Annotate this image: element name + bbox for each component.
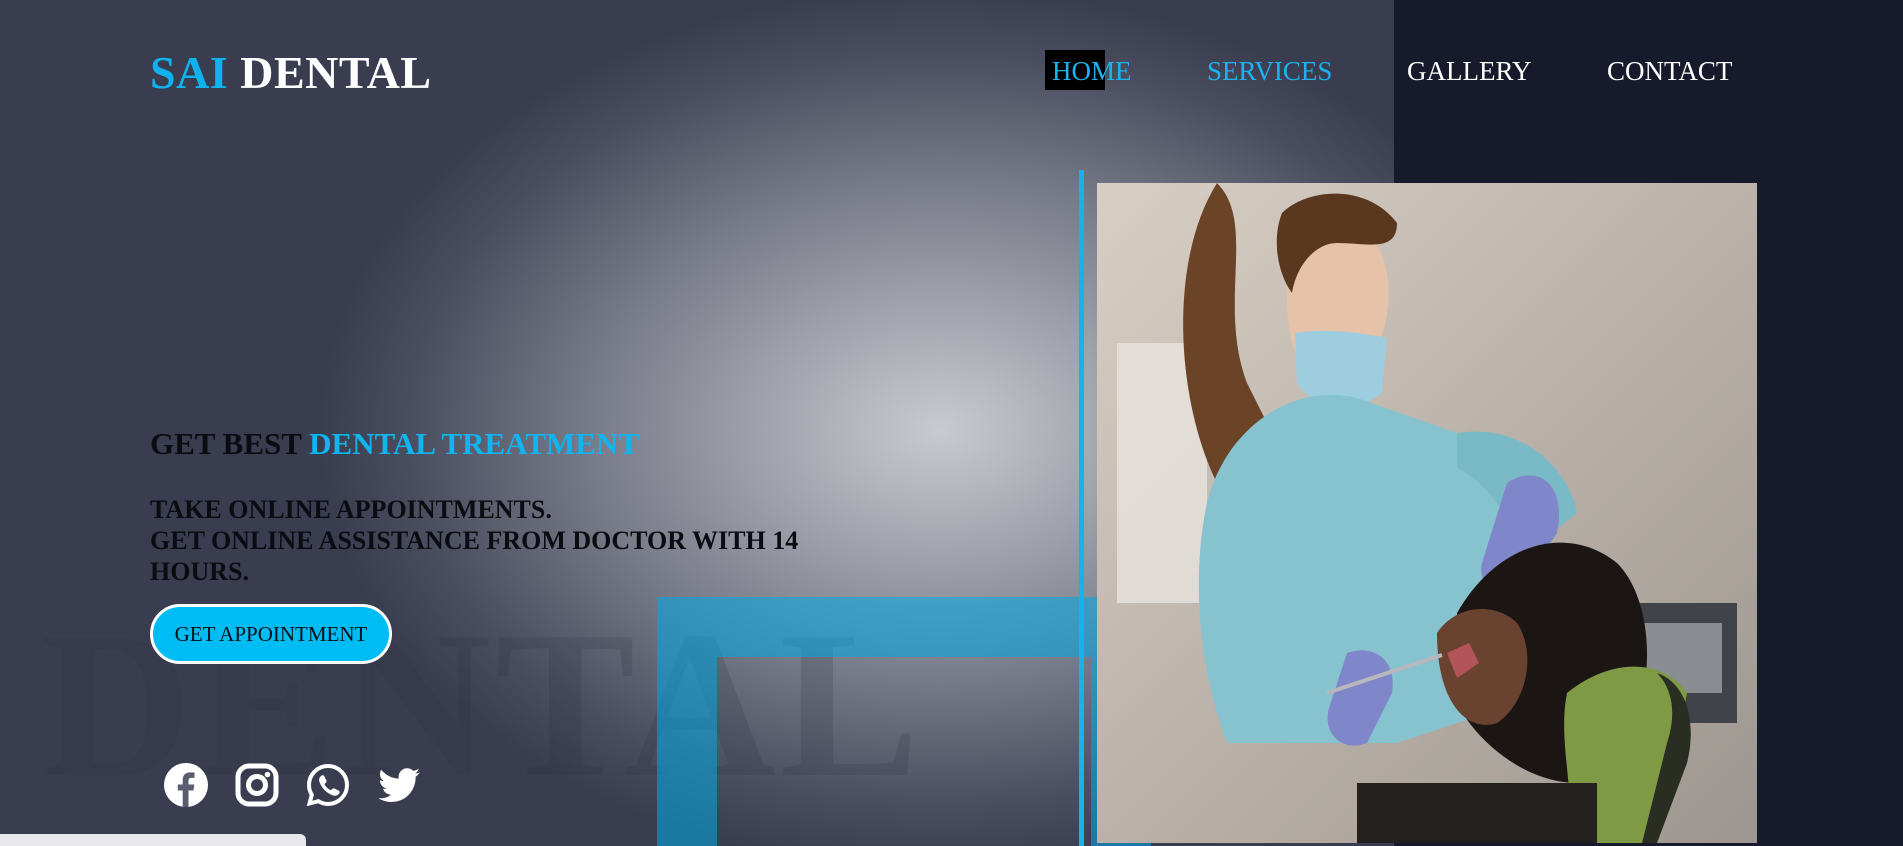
nav-services[interactable]: SERVICES xyxy=(1207,56,1332,86)
social-links xyxy=(164,763,421,807)
brand-part1: SAI xyxy=(150,47,229,98)
browser-status-bar xyxy=(0,834,306,846)
hero-line-2: GET ONLINE ASSISTANCE FROM DOCTOR WITH 1… xyxy=(150,526,799,586)
accent-vertical-line xyxy=(1079,170,1084,846)
hero-line-1: TAKE ONLINE APPOINTMENTS. xyxy=(150,495,552,524)
decorative-square xyxy=(657,597,1151,846)
nav-gallery[interactable]: GALLERY xyxy=(1407,56,1532,86)
headline-accent: DENTAL TREATMENT xyxy=(309,426,639,461)
twitter-icon[interactable] xyxy=(377,763,421,807)
brand-logo[interactable]: SAI DENTAL xyxy=(150,46,432,99)
dentist-photo xyxy=(1097,183,1757,843)
whatsapp-icon[interactable] xyxy=(306,763,350,807)
instagram-icon[interactable] xyxy=(235,763,279,807)
headline-prefix: GET BEST xyxy=(150,426,302,461)
nav-contact[interactable]: CONTACT xyxy=(1607,56,1732,86)
brand-part2: DENTAL xyxy=(240,47,432,98)
get-appointment-button[interactable]: GET APPOINTMENT xyxy=(150,604,392,664)
facebook-icon[interactable] xyxy=(164,763,208,807)
nav-home[interactable]: HOME xyxy=(1052,56,1132,86)
hero-headline: GET BEST DENTAL TREATMENT xyxy=(150,426,639,462)
hero-subtext: TAKE ONLINE APPOINTMENTS. GET ONLINE ASS… xyxy=(150,494,870,587)
